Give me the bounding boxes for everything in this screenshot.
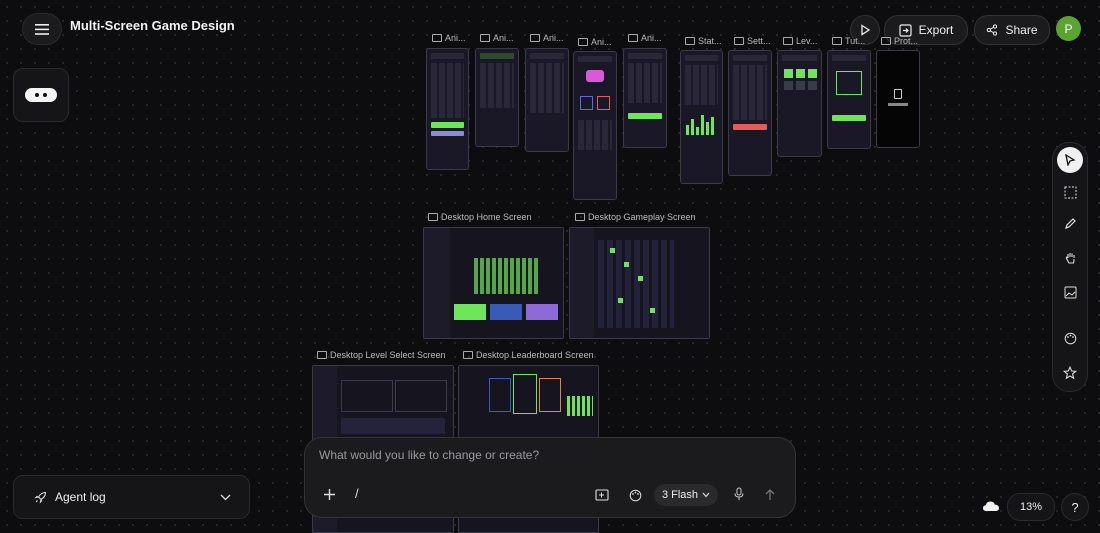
mobile-frame[interactable] [827,50,871,149]
desktop-frame[interactable] [569,227,710,339]
frame-label[interactable]: Desktop Gameplay Screen [575,212,696,222]
image-tool[interactable] [1057,279,1083,305]
mobile-frame[interactable] [573,51,617,200]
more-dots-icon [25,88,57,102]
cloud-icon [983,501,999,511]
share-label: Share [1005,23,1038,37]
device-icon [881,37,891,45]
frame-label[interactable]: Ani... [432,33,466,43]
frame-label[interactable]: Desktop Level Select Screen [317,350,446,360]
frame-label[interactable]: Ani... [628,33,662,43]
marquee-icon [1064,186,1076,198]
more-options-button[interactable] [13,68,69,122]
user-avatar[interactable]: P [1056,16,1081,41]
screen-select-button[interactable] [594,487,610,503]
prompt-box: / 3 Flash [304,437,796,518]
help-button[interactable]: ? [1061,493,1089,521]
agent-log-label: Agent log [55,490,106,504]
pencil-icon [1064,217,1076,229]
slash-command-button[interactable]: / [355,486,359,501]
device-icon [428,213,438,221]
export-label: Export [918,23,954,37]
frame-label[interactable]: Ani... [578,37,612,47]
device-icon [685,37,695,45]
play-icon [861,24,871,36]
image-icon [1064,286,1076,298]
device-icon [317,351,327,359]
select-tool[interactable] [1057,147,1083,173]
frame-label[interactable]: Stat... [685,36,722,46]
palette-icon [629,489,641,501]
sync-status-button[interactable] [980,495,1002,517]
send-button[interactable] [762,486,778,502]
model-label: 3 Flash [661,489,699,501]
voice-input-button[interactable] [731,486,747,502]
plus-icon [323,488,335,500]
add-button[interactable] [321,486,337,502]
chevron-down-icon [220,494,231,500]
device-icon [463,351,473,359]
mobile-frame[interactable] [475,48,519,147]
frame-label[interactable]: Tut... [832,36,865,46]
device-icon [480,34,490,42]
chevron-down-icon [702,492,710,498]
device-icon [432,34,442,42]
microphone-icon [734,487,744,500]
device-icon [575,213,585,221]
palette-icon [1064,332,1076,344]
mobile-frame[interactable] [680,50,723,184]
frame-label[interactable]: Ani... [530,33,564,43]
mobile-frame[interactable] [525,48,569,152]
device-icon [578,38,588,46]
frame-label[interactable]: Ani... [480,33,514,43]
frame-label[interactable]: Desktop Leaderboard Screen [463,350,594,360]
device-icon [783,37,793,45]
mobile-frame[interactable] [426,48,469,170]
desktop-frame[interactable] [423,227,564,339]
rocket-icon [34,491,47,504]
model-selector[interactable]: 3 Flash [654,484,718,506]
menu-button[interactable] [22,13,62,45]
cursor-icon [1065,154,1076,166]
frame-add-icon [595,489,609,501]
frame-label[interactable]: Sett... [734,36,771,46]
favorites-tool[interactable] [1057,360,1083,386]
arrow-up-icon [765,488,775,500]
mobile-frame[interactable] [777,50,822,157]
device-icon [832,37,842,45]
star-icon [1063,366,1077,380]
hand-icon [1065,253,1075,264]
canvas-toolbar [1052,142,1088,392]
export-icon [899,23,912,37]
prompt-input[interactable] [317,447,781,463]
frame-label[interactable]: Desktop Home Screen [428,212,532,222]
device-icon [530,34,540,42]
agent-log-panel[interactable]: Agent log [13,475,250,519]
zoom-level[interactable]: 13% [1007,493,1055,521]
pan-tool[interactable] [1057,245,1083,271]
mobile-frame[interactable] [623,48,667,148]
marquee-tool[interactable] [1057,179,1083,205]
share-icon [987,24,998,36]
share-button[interactable]: Share [974,15,1050,45]
theme-button[interactable] [627,487,643,503]
hamburger-icon [35,23,49,35]
mobile-frame[interactable] [728,50,772,176]
project-title: Multi-Screen Game Design [70,18,235,33]
mobile-frame[interactable] [876,50,920,148]
device-icon [628,34,638,42]
device-icon [734,37,744,45]
theme-tool[interactable] [1057,325,1083,351]
frame-label[interactable]: Lev... [783,36,817,46]
frame-label[interactable]: Prot... [881,36,918,46]
draw-tool[interactable] [1057,210,1083,236]
